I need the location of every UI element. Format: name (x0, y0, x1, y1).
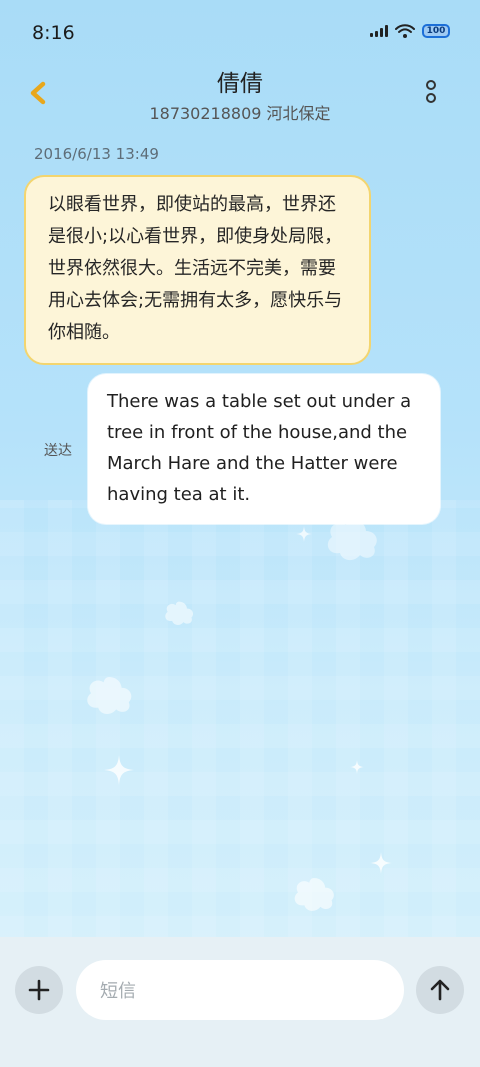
sent-status-label: 送达 (44, 443, 72, 459)
cloud-decoration (87, 677, 132, 714)
message-timestamp: 2016/6/13 13:49 (34, 145, 159, 163)
plus-icon (28, 979, 50, 1001)
cellular-signal-icon (370, 25, 388, 37)
cloud-decoration (165, 601, 194, 625)
received-message-bubble[interactable]: 以眼看世界，即使站的最高，世界还是很小;以心看世界，即使身处局限，世界依然很大。… (24, 175, 371, 365)
status-icons: 100 (370, 24, 450, 38)
sparkle-decoration (350, 760, 364, 774)
background-pattern (0, 500, 480, 940)
status-time: 8:16 (32, 22, 75, 44)
sparkle-decoration (370, 852, 392, 874)
sent-message-text: There was a table set out under a tree i… (107, 391, 412, 505)
sparkle-decoration (296, 526, 312, 542)
more-options-icon[interactable] (420, 80, 442, 108)
arrow-up-icon (430, 979, 450, 1001)
battery-icon: 100 (422, 24, 450, 38)
add-attachment-button[interactable] (15, 966, 63, 1014)
cloud-decoration (294, 878, 334, 911)
sent-message-bubble[interactable]: There was a table set out under a tree i… (88, 374, 440, 524)
status-bar: 8:16 100 (0, 0, 480, 64)
wifi-icon (395, 24, 415, 38)
message-input[interactable]: 短信 (76, 960, 404, 1020)
send-button[interactable] (416, 966, 464, 1014)
sparkle-decoration (104, 755, 134, 785)
contact-name: 倩倩 (217, 71, 263, 97)
received-message-text: 以眼看世界，即使站的最高，世界还是很小;以心看世界，即使身处局限，世界依然很大。… (48, 194, 343, 343)
contact-number-location: 18730218809 河北保定 (149, 104, 331, 123)
message-input-placeholder: 短信 (100, 981, 136, 1002)
